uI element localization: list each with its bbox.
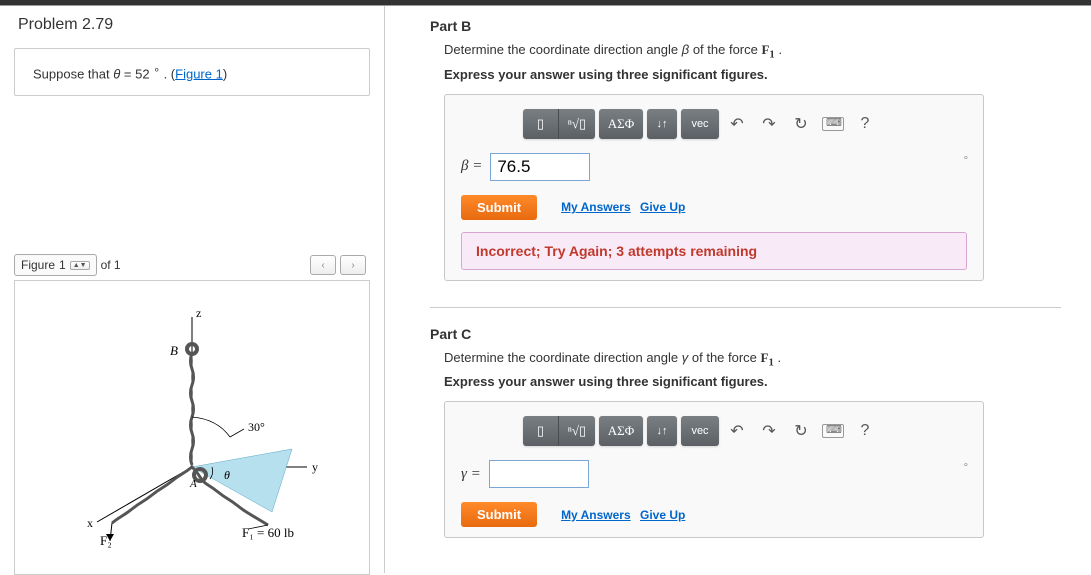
figure-stepper-icon[interactable]: ▲▼ [70,261,90,270]
separator [430,307,1061,308]
radical-button[interactable]: ⁿ√▯ [559,416,595,446]
reset-button[interactable]: ↻ [787,110,815,138]
figure-link[interactable]: Figure 1 [175,66,223,81]
text: . ( [160,66,175,81]
equation-toolbar: ▯ ⁿ√▯ ΑΣΦ ↓↑ vec ↶ ↷ ↻ ? [523,109,967,139]
x-axis-label: x [87,516,93,530]
point-B-label: B [170,343,178,358]
beta-var: β = [461,158,482,175]
templates-button[interactable]: ▯ [523,109,559,139]
subscript-button[interactable]: ↓↑ [647,416,677,446]
part-b-instruction: Express your answer using three signific… [444,67,1061,82]
part-c-answer-box: ▯ ⁿ√▯ ΑΣΦ ↓↑ vec ↶ ↷ ↻ ? ∘ γ [444,401,984,538]
part-b-answer-box: ▯ ⁿ√▯ ΑΣΦ ↓↑ vec ↶ ↷ ↻ ? ∘ β [444,94,984,281]
figure-canvas: z y x B A F₂ [14,280,370,575]
give-up-link[interactable]: Give Up [640,200,685,214]
equation-toolbar: ▯ ⁿ√▯ ΑΣΦ ↓↑ vec ↶ ↷ ↻ ? [523,416,967,446]
angle-30-label: 30° [248,420,265,434]
problem-statement: Suppose that θ = 52 ∘ . (Figure 1) [14,48,370,96]
vec-button[interactable]: vec [681,109,719,139]
figure-selector[interactable]: Figure 1 ▲▼ [14,254,97,276]
my-answers-link[interactable]: My Answers [561,200,631,214]
y-axis-label: y [312,460,318,474]
point-A-label: A [189,478,197,490]
templates-button[interactable]: ▯ [523,416,559,446]
part-b-prompt: Determine the coordinate direction angle… [444,42,1061,61]
part-b-title: Part B [430,18,1061,34]
num: 1 [59,258,66,272]
keyboard-icon [822,117,844,131]
part-c-instruction: Express your answer using three signific… [444,374,1061,389]
problem-title: Problem 2.79 [0,16,384,44]
undo-button[interactable]: ↶ [723,110,751,138]
part-c-title: Part C [430,326,1061,342]
F1-label: F₁ = 60 lb [242,525,294,540]
figure-next-button[interactable]: › [340,255,366,275]
degree-symbol: ∘ [963,460,969,471]
subscript-button[interactable]: ↓↑ [647,109,677,139]
text: ) [223,66,227,81]
help-button[interactable]: ? [851,417,879,445]
help-button[interactable]: ? [851,110,879,138]
redo-button[interactable]: ↷ [755,110,783,138]
theta-label: θ [224,468,230,482]
degree-symbol: ∘ [963,153,969,164]
gamma-input[interactable] [489,460,589,488]
give-up-link[interactable]: Give Up [640,508,685,522]
redo-button[interactable]: ↷ [755,417,783,445]
z-axis-label: z [196,306,201,320]
label: Figure [21,258,55,272]
submit-button[interactable]: Submit [461,195,537,220]
reset-button[interactable]: ↻ [787,417,815,445]
beta-input[interactable] [490,153,590,181]
degree-symbol: ∘ [153,64,160,76]
figure-count: of 1 [101,258,121,272]
figure-prev-button[interactable]: ‹ [310,255,336,275]
undo-button[interactable]: ↶ [723,417,751,445]
submit-button[interactable]: Submit [461,502,537,527]
vec-button[interactable]: vec [681,416,719,446]
keyboard-button[interactable] [819,110,847,138]
my-answers-link[interactable]: My Answers [561,508,631,522]
part-c-prompt: Determine the coordinate direction angle… [444,350,1061,369]
greek-button[interactable]: ΑΣΦ [599,109,643,139]
feedback-message: Incorrect; Try Again; 3 attempts remaini… [461,232,967,270]
keyboard-button[interactable] [819,417,847,445]
text: = 52 [120,66,153,81]
text: Suppose that [33,66,113,81]
radical-button[interactable]: ⁿ√▯ [559,109,595,139]
keyboard-icon [822,424,844,438]
gamma-var: γ = [461,466,481,483]
greek-button[interactable]: ΑΣΦ [599,416,643,446]
